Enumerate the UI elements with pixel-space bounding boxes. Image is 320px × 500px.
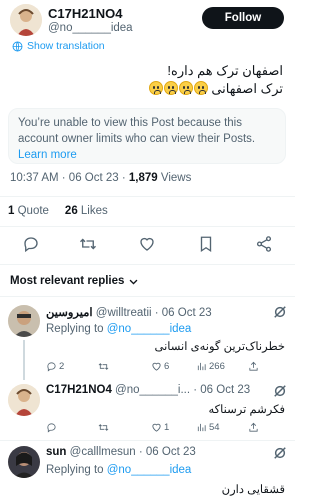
fearful-face-icon (148, 81, 163, 95)
reply-item[interactable]: امیروسین @willtreatii · 06 Oct 23 Replyi… (0, 305, 295, 380)
reply-count: 2 (59, 361, 65, 372)
tweet-text: اصفهان ترک هم داره! ترک اصفهانی (23, 62, 283, 98)
divider (0, 196, 295, 197)
views-label: Views (157, 172, 192, 184)
author-avatar[interactable] (10, 4, 42, 36)
show-translation-label: Show translation (27, 40, 105, 52)
replying-prefix: Replying to (46, 464, 107, 476)
divider (0, 226, 295, 227)
view-count: 266 (209, 361, 225, 372)
share-icon (249, 422, 258, 432)
restricted-post-notice: You’re unable to view this Post because … (8, 108, 286, 164)
post-action-bar (0, 235, 295, 255)
like-count: 1 (164, 422, 170, 433)
reply-share-button[interactable] (248, 422, 259, 433)
reply-display-name[interactable]: امیروسین (46, 307, 93, 319)
like-icon (152, 423, 161, 432)
reply-text: قشقایی دارن (221, 484, 285, 496)
reply-avatar[interactable] (8, 446, 40, 478)
replying-to: Replying to @no______idea (46, 464, 191, 476)
replying-to-handle[interactable]: @no______idea (107, 464, 192, 476)
learn-more-link[interactable]: Learn more (18, 149, 77, 161)
reply-display-name[interactable]: sun (46, 446, 66, 458)
post-stats: 1 Quote 26 Likes (8, 205, 108, 217)
like-icon (152, 362, 161, 371)
reply-item[interactable]: C17H21NO4 @no______i... · 06 Oct 23 فکرش… (0, 384, 295, 434)
reply-avatar[interactable] (8, 305, 40, 337)
fearful-face-icon (178, 81, 193, 95)
bookmark-icon[interactable] (197, 235, 215, 253)
replies-sort-label: Most relevant replies (10, 275, 125, 287)
replies-sort-dropdown[interactable]: Most relevant replies (10, 275, 139, 287)
fearful-face-icon (163, 81, 178, 95)
reply-date[interactable]: · 06 Oct 23 (193, 384, 250, 396)
chevron-down-icon (129, 279, 138, 285)
follow-button[interactable]: Follow (202, 7, 284, 29)
view-count: 54 (209, 422, 220, 433)
reply-date[interactable]: · 06 Oct 23 (155, 307, 212, 319)
reply-action-bar: 2 6 266 (46, 361, 286, 375)
author-display-name[interactable]: C17H21NO4 (48, 6, 122, 21)
restricted-notice-text: You’re unable to view this Post because … (18, 117, 256, 145)
divider (0, 440, 295, 441)
post-timestamp[interactable]: 10:37 AM · 06 Oct 23 · (10, 172, 129, 184)
grok-icon[interactable] (273, 305, 287, 319)
reply-handle[interactable]: @no______i... (115, 384, 190, 396)
views-icon (197, 423, 206, 432)
reply-date[interactable]: · 06 Oct 23 (139, 446, 196, 458)
post-header: C17H21NO4 @no______idea Follow (10, 4, 288, 40)
reply-action-bar: 1 54 (46, 422, 286, 436)
like-icon[interactable] (138, 235, 156, 253)
reply-icon (47, 362, 56, 372)
views-count: 1,879 (128, 172, 158, 184)
post-meta: 10:37 AM · 06 Oct 23 · 1,879 Views (10, 172, 191, 184)
reply-icon[interactable] (22, 235, 40, 253)
reply-retweet-button[interactable] (98, 361, 111, 372)
replying-prefix: Replying to (46, 323, 107, 335)
grok-icon[interactable] (273, 446, 287, 460)
share-icon[interactable] (255, 235, 273, 253)
retweet-icon (98, 363, 109, 370)
quotes-label[interactable]: Quote (14, 205, 49, 217)
reply-icon (47, 423, 56, 433)
reply-like-button[interactable]: 6 (151, 361, 169, 372)
reply-reply-button[interactable]: 2 (46, 361, 64, 372)
likes-count[interactable]: 26 (65, 205, 78, 217)
thread-line (23, 340, 25, 380)
reply-handle[interactable]: @calllmesun (70, 446, 136, 458)
replying-to-handle[interactable]: @no______idea (107, 323, 192, 335)
reply-header: sun @calllmesun · 06 Oct 23 (46, 446, 196, 458)
share-icon (249, 361, 258, 371)
reply-share-button[interactable] (248, 361, 259, 372)
tweet-line-1: اصفهان ترک هم داره! (167, 63, 283, 78)
divider (0, 296, 295, 297)
reply-text: خطرناک‌ترین گونه‌ی انسانی (154, 341, 285, 353)
reply-views-button[interactable]: 54 (196, 422, 220, 433)
grok-icon[interactable] (273, 384, 287, 398)
reply-retweet-button[interactable] (98, 422, 111, 433)
reply-views-button[interactable]: 266 (196, 361, 225, 372)
retweet-icon[interactable] (79, 235, 97, 253)
replying-to: Replying to @no______idea (46, 323, 191, 335)
show-translation-link[interactable]: Show translation (12, 40, 105, 52)
views-icon (197, 362, 206, 371)
author-handle[interactable]: @no______idea (48, 22, 133, 34)
reply-item[interactable]: sun @calllmesun · 06 Oct 23 Replying to … (0, 446, 295, 500)
reply-text: فکرشم ترسناکه (208, 404, 285, 416)
globe-icon (12, 41, 23, 51)
reply-like-button[interactable]: 1 (151, 422, 169, 433)
reply-handle[interactable]: @willtreatii (96, 307, 152, 319)
reply-reply-button[interactable] (46, 422, 59, 433)
reply-display-name[interactable]: C17H21NO4 (46, 384, 112, 396)
fearful-face-icon (193, 81, 208, 95)
retweet-icon (98, 424, 109, 431)
like-count: 6 (164, 361, 170, 372)
tweet-line-2: ترک اصفهانی (23, 80, 283, 98)
reply-header: C17H21NO4 @no______i... · 06 Oct 23 (46, 384, 250, 396)
reply-header: امیروسین @willtreatii · 06 Oct 23 (46, 305, 212, 319)
divider (0, 264, 295, 265)
reply-avatar[interactable] (8, 384, 40, 416)
likes-label[interactable]: Likes (78, 205, 108, 217)
tweet-line-2-text: ترک اصفهانی (211, 81, 283, 96)
